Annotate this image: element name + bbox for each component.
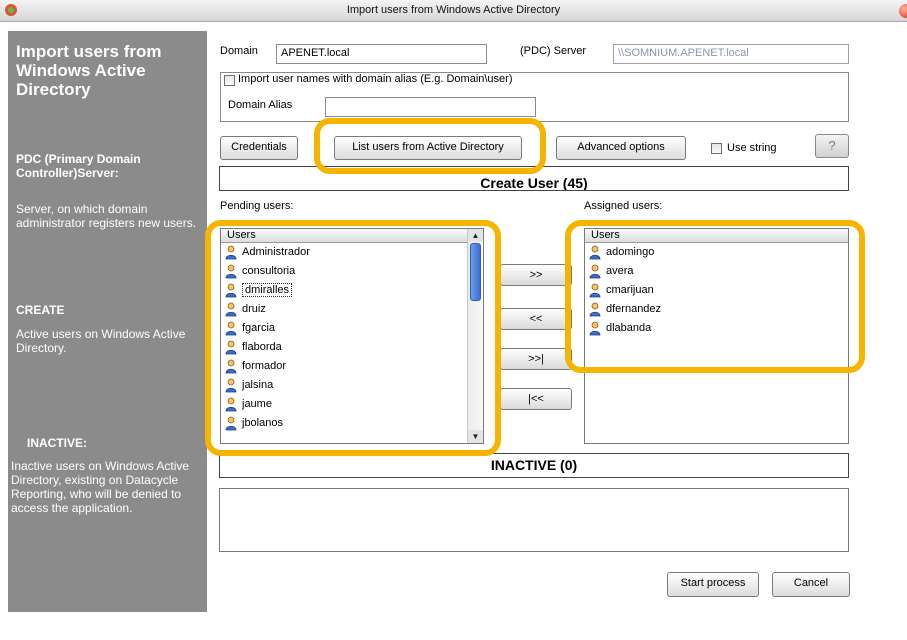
- assigned-users-label: Assigned users:: [584, 200, 663, 212]
- user-name: jbolanos: [242, 417, 283, 429]
- remove-all-users-button[interactable]: |<<: [500, 388, 572, 410]
- domain-alias-checkbox[interactable]: [224, 75, 235, 86]
- create-heading: CREATE: [16, 303, 65, 317]
- user-name: dmiralles: [242, 283, 293, 297]
- list-item[interactable]: flaborda: [221, 338, 483, 357]
- user-icon: [589, 245, 601, 260]
- pending-users-label: Pending users:: [220, 200, 294, 212]
- list-item[interactable]: jalsina: [221, 376, 483, 395]
- add-user-button[interactable]: >>: [500, 264, 572, 286]
- list-item[interactable]: Administrador: [221, 243, 483, 262]
- user-icon: [225, 264, 237, 279]
- user-icon: [225, 378, 237, 393]
- inactive-description: Inactive users on Windows Active Directo…: [11, 459, 190, 515]
- domain-alias-label: Domain Alias: [228, 99, 293, 111]
- list-item[interactable]: jbolanos: [221, 414, 483, 433]
- user-name: adomingo: [606, 246, 655, 258]
- list-item[interactable]: dmiralles: [221, 281, 483, 300]
- user-icon: [225, 283, 237, 298]
- create-description: Active users on Windows Active Directory…: [16, 327, 186, 355]
- assigned-users-list[interactable]: Users adomingo avera cmarijuan dfernandez dl…: [584, 228, 849, 444]
- sidebar-title: Import users from Windows Active Directo…: [16, 42, 162, 99]
- user-name: jalsina: [242, 379, 274, 391]
- user-icon: [589, 321, 601, 336]
- pdc-server-label: (PDC) Server: [520, 45, 587, 57]
- assigned-users-header[interactable]: Users: [585, 229, 848, 243]
- scroll-thumb[interactable]: [470, 243, 481, 301]
- add-all-users-button[interactable]: >>|: [500, 348, 572, 370]
- domain-field[interactable]: APENET.local: [276, 44, 487, 64]
- assigned-users-header-label: Users: [591, 229, 620, 241]
- list-item[interactable]: formador: [221, 357, 483, 376]
- pdc-heading: PDC (Primary Domain Controller)Server:: [16, 152, 141, 180]
- domain-label: Domain: [220, 45, 258, 57]
- user-icon: [225, 321, 237, 336]
- list-item[interactable]: consultoria: [221, 262, 483, 281]
- user-icon: [225, 302, 237, 317]
- pending-users-header-label: Users: [227, 229, 256, 241]
- use-string-checkbox[interactable]: [711, 143, 722, 154]
- create-user-bar: Create User (45): [219, 166, 849, 191]
- user-name: consultoria: [242, 265, 296, 277]
- domain-alias-field[interactable]: [325, 97, 536, 117]
- pending-users-header[interactable]: Users: [221, 229, 483, 243]
- credentials-button[interactable]: Credentials: [220, 136, 298, 160]
- help-button[interactable]: ?: [815, 134, 849, 158]
- user-icon: [589, 264, 601, 279]
- list-users-button[interactable]: List users from Active Directory: [334, 136, 522, 160]
- list-item[interactable]: adomingo: [585, 243, 848, 262]
- user-name: dfernandez: [606, 303, 662, 315]
- list-item[interactable]: cmarijuan: [585, 281, 848, 300]
- pending-users-list[interactable]: Users Administrador consultoria dmiralles d…: [220, 228, 484, 444]
- list-item[interactable]: avera: [585, 262, 848, 281]
- list-item[interactable]: fgarcia: [221, 319, 483, 338]
- user-name: druiz: [242, 303, 266, 315]
- advanced-options-button[interactable]: Advanced options: [556, 136, 686, 160]
- inactive-users-list[interactable]: [219, 488, 849, 552]
- window-title: Import users from Windows Active Directo…: [346, 4, 561, 16]
- inactive-bar: INACTIVE (0): [219, 453, 849, 478]
- user-icon: [589, 283, 601, 298]
- start-process-label: Start process: [680, 577, 746, 589]
- close-icon[interactable]: [899, 4, 907, 18]
- scroll-up-icon[interactable]: ▲: [468, 229, 483, 242]
- user-icon: [225, 359, 237, 374]
- scroll-down-icon[interactable]: ▼: [468, 430, 483, 443]
- create-user-label: Create User (45): [480, 175, 588, 191]
- inactive-heading: INACTIVE:: [27, 436, 87, 450]
- user-icon: [225, 397, 237, 412]
- list-item[interactable]: druiz: [221, 300, 483, 319]
- user-name: dlabanda: [606, 322, 652, 334]
- user-name: jaume: [242, 398, 272, 410]
- user-name: avera: [606, 265, 634, 277]
- domain-alias-checkbox-label: Import user names with domain alias (E.g…: [238, 73, 516, 85]
- info-sidebar: Import users from Windows Active Directo…: [8, 31, 207, 612]
- list-item[interactable]: dfernandez: [585, 300, 848, 319]
- user-name: Administrador: [242, 246, 310, 258]
- list-item[interactable]: jaume: [221, 395, 483, 414]
- user-name: formador: [242, 360, 287, 372]
- title-bar: Import users from Windows Active Directo…: [0, 0, 907, 22]
- user-icon: [589, 302, 601, 317]
- start-process-button[interactable]: Start process: [667, 572, 759, 597]
- inactive-label: INACTIVE (0): [490, 457, 578, 473]
- user-name: flaborda: [242, 341, 282, 353]
- user-name: fgarcia: [242, 322, 276, 334]
- cancel-button[interactable]: Cancel: [772, 572, 850, 597]
- list-item[interactable]: dlabanda: [585, 319, 848, 338]
- user-icon: [225, 245, 237, 260]
- pdc-server-field[interactable]: \\SOMNIUM.APENET.local: [613, 44, 849, 64]
- user-icon: [225, 416, 237, 431]
- user-name: cmarijuan: [606, 284, 654, 296]
- pdc-description: Server, on which domain administrator re…: [16, 202, 197, 230]
- cancel-label: Cancel: [793, 577, 829, 589]
- remove-user-button[interactable]: <<: [500, 308, 572, 330]
- pending-users-scrollbar[interactable]: ▲ ▼: [467, 229, 483, 443]
- user-icon: [225, 340, 237, 355]
- use-string-label: Use string: [727, 142, 777, 154]
